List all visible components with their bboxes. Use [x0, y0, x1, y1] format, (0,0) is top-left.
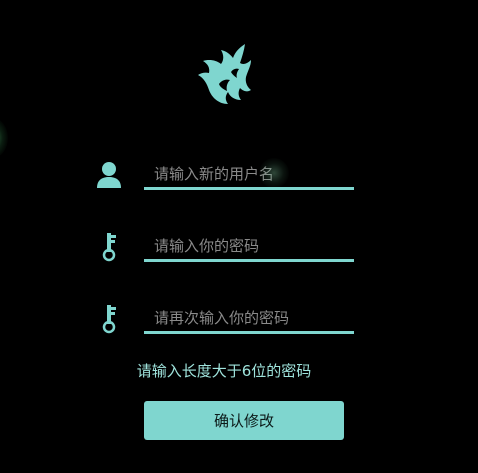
password-field: [144, 232, 354, 262]
background-glow: [259, 158, 289, 188]
password-input[interactable]: [154, 235, 349, 257]
new-username-input[interactable]: [154, 163, 349, 185]
key-icon: [102, 233, 116, 262]
confirm-password-input[interactable]: [154, 307, 349, 329]
new-username-field: [144, 160, 354, 190]
background-glow: [0, 118, 8, 158]
confirm-change-button[interactable]: 确认修改: [144, 401, 344, 440]
key-icon: [102, 305, 116, 334]
password-hint: 请输入长度大于6位的密码: [136, 362, 312, 380]
user-icon: [97, 162, 121, 188]
confirm-password-field: [144, 304, 354, 334]
change-credentials-page: 请输入长度大于6位的密码 确认修改: [0, 0, 478, 473]
flame-logo-icon: [198, 44, 251, 104]
